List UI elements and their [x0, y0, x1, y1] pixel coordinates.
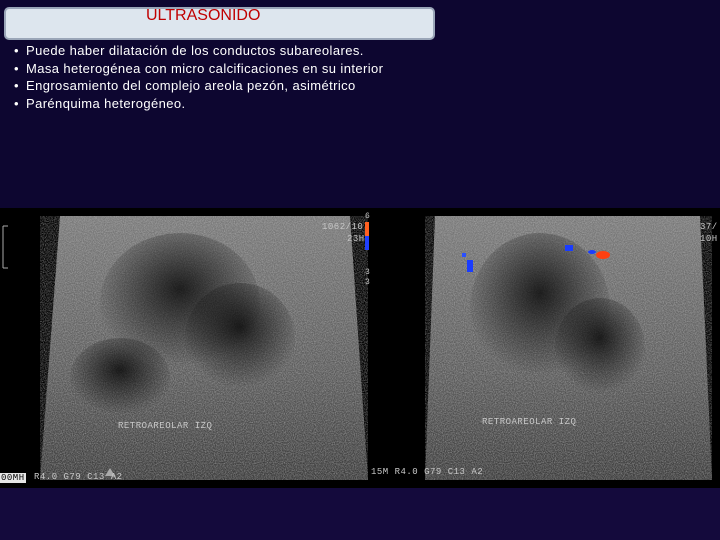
- left-scan-label: RETROAREOLAR IZQ: [118, 421, 213, 431]
- doppler-blue-spot: [467, 260, 473, 272]
- doppler-blue-spot: [565, 245, 573, 251]
- left-frequency-readout: 00MH: [0, 473, 26, 483]
- bullet-dot: •: [14, 43, 19, 58]
- bullet-dot: •: [14, 78, 19, 93]
- bullet-text: Parénquima heterogéneo.: [26, 95, 186, 111]
- ultrasound-scan-graphic: [2, 216, 712, 480]
- right-settings-text-2: 10H: [700, 234, 718, 244]
- doppler-colorbar-bottom: [365, 236, 369, 250]
- left-scan-sector: [40, 216, 368, 480]
- bullet-dot: •: [14, 60, 19, 76]
- doppler-blue-spot: [462, 253, 466, 257]
- left-settings-text-2: 23H: [347, 234, 365, 244]
- colorbar-mark: 3: [365, 278, 371, 287]
- bullet-item: • Puede haber dilatación de los conductos…: [14, 42, 444, 60]
- slide-title: ULTRASONIDO: [146, 7, 261, 24]
- right-scan-sector: [425, 216, 712, 480]
- bullet-text: Masa heterogénea con micro calcificacion…: [26, 60, 384, 76]
- bullet-item: • Engrosamiento del complejo areola pezón…: [14, 77, 444, 95]
- right-footer-settings: 15M R4.0 G79 C13 A2: [371, 467, 484, 477]
- bullet-text: Puede haber dilatación de los conductos …: [26, 43, 364, 58]
- bullet-item: • Parénquima heterogéneo.: [14, 95, 444, 113]
- ultrasound-image: 1062/10 23H 6 3 3 37/ 10H RETROAREOLAR I…: [0, 208, 720, 488]
- left-settings-text: 1062/10: [322, 222, 364, 232]
- right-scan-label: RETROAREOLAR IZQ: [482, 417, 577, 427]
- doppler-red-spot: [596, 251, 610, 259]
- bullet-list: • Puede haber dilatación de los conductos…: [14, 42, 444, 112]
- doppler-colorbar-top: [365, 222, 369, 236]
- left-footer-settings: R4.0 G79 C13 A2: [34, 472, 123, 482]
- bottom-bar: [0, 488, 720, 540]
- bullet-text: Engrosamiento del complejo areola pezón,…: [26, 78, 356, 93]
- colorbar-mark: 6: [365, 212, 371, 221]
- right-settings-text: 37/: [700, 222, 718, 232]
- bullet-dot: •: [14, 95, 19, 111]
- doppler-blue-spot: [588, 250, 596, 254]
- bullet-item: • Masa heterogénea con micro calcificacio…: [14, 60, 444, 78]
- colorbar-mark: 3: [365, 268, 371, 277]
